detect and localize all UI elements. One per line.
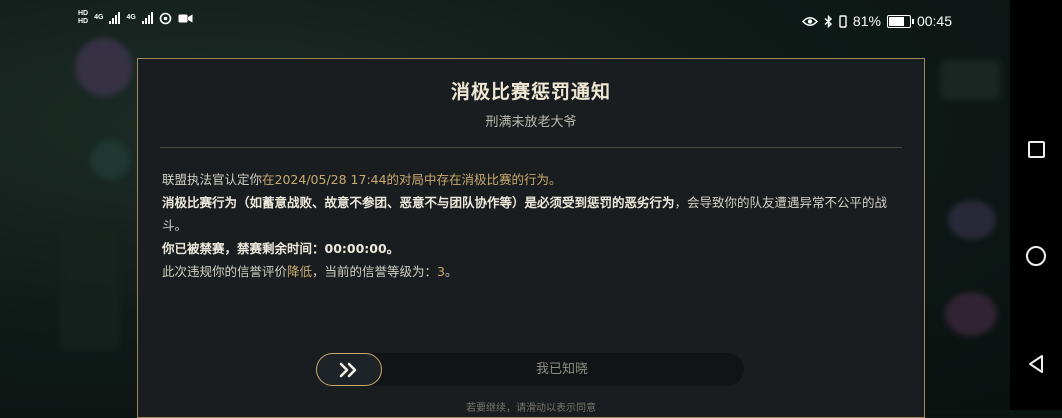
credit-change: 降低 <box>287 264 313 279</box>
network-type: 4G <box>94 14 104 21</box>
double-chevron-right-icon <box>339 362 357 377</box>
video-camera-icon <box>178 14 193 22</box>
circle-icon <box>1026 246 1046 266</box>
notice-line-1: 联盟执法官认定你在2024/05/28 17:44的对局中存在消极比赛的行为。 <box>162 168 910 191</box>
hotspot-icon <box>159 12 172 24</box>
player-name: 刑满未放老大爷 <box>485 115 577 130</box>
square-icon <box>1027 140 1045 158</box>
behavior-definition: 消极比赛行为（如蓄意战败、故意不参团、恶意不与团队协作等）是必须受到惩罚的恶劣行… <box>162 195 675 210</box>
background-icon-blur <box>945 292 997 336</box>
divider <box>160 147 902 148</box>
notice-line-1-prefix: 联盟执法官认定你 <box>162 172 263 187</box>
notice-body: 联盟执法官认定你在2024/05/28 17:44的对局中存在消极比赛的行为。 … <box>162 168 910 283</box>
eye-icon <box>801 16 818 26</box>
credit-prefix: 此次违规你的信誉评价 <box>162 264 288 279</box>
home-button[interactable] <box>1024 244 1048 268</box>
hd-badge: HD <box>78 18 89 25</box>
network-type: 4G <box>126 14 136 21</box>
hd-badge: HD <box>78 10 89 17</box>
penalty-notice-dialog: 消极比赛惩罚通知 刑满未放老大爷 联盟执法官认定你在2024/05/28 17:… <box>137 58 925 418</box>
slider-label: 我已知晓 <box>535 362 588 377</box>
signal-icon <box>109 12 121 24</box>
credit-end: 。 <box>445 264 458 279</box>
background-icon-blur <box>90 140 130 180</box>
signal-icon <box>141 12 153 24</box>
profile-avatar-blur <box>75 38 133 96</box>
battery-icon <box>886 14 914 28</box>
status-bar-right: 81% 00:45 <box>801 13 952 29</box>
background-panel-blur <box>940 60 1000 100</box>
hd-badges: HD HD <box>78 10 88 26</box>
credit-level: 3 <box>437 264 445 279</box>
notice-line-2: 消极比赛行为（如蓄意战败、故意不参团、恶意不与团队协作等）是必须受到惩罚的恶劣行… <box>162 191 910 237</box>
back-button[interactable] <box>1024 352 1048 376</box>
background-panel-blur <box>60 230 120 350</box>
slider-handle[interactable] <box>316 353 382 386</box>
bluetooth-icon <box>824 14 832 28</box>
vibrate-icon <box>839 14 847 28</box>
clock: 00:45 <box>916 13 952 29</box>
recent-apps-button[interactable] <box>1024 137 1048 161</box>
match-time-highlight: 在2024/05/28 17:44的对局中存在消极比赛的行为。 <box>262 172 562 187</box>
battery-percent: 81% <box>852 13 881 29</box>
android-nav-bar <box>1010 0 1062 410</box>
background-icon-blur <box>948 200 996 240</box>
ban-remaining-time: 你已被禁赛，禁赛剩余时间：00:00:00。 <box>162 241 400 256</box>
status-bar: HD HD 4G 4G 81% 00:45 <box>0 0 1010 42</box>
dialog-title: 消极比赛惩罚通知 <box>450 81 611 103</box>
credit-mid: ，当前的信誉等级为： <box>312 264 438 279</box>
status-bar-left: HD HD 4G 4G <box>78 10 193 26</box>
back-triangle-icon <box>1029 355 1043 373</box>
notice-line-4: 此次违规你的信誉评价降低，当前的信誉等级为：3。 <box>162 260 910 283</box>
slide-hint: 若要继续，请滑动以表示同意 <box>466 403 596 414</box>
acknowledge-slider[interactable]: 我已知晓 <box>316 353 744 386</box>
